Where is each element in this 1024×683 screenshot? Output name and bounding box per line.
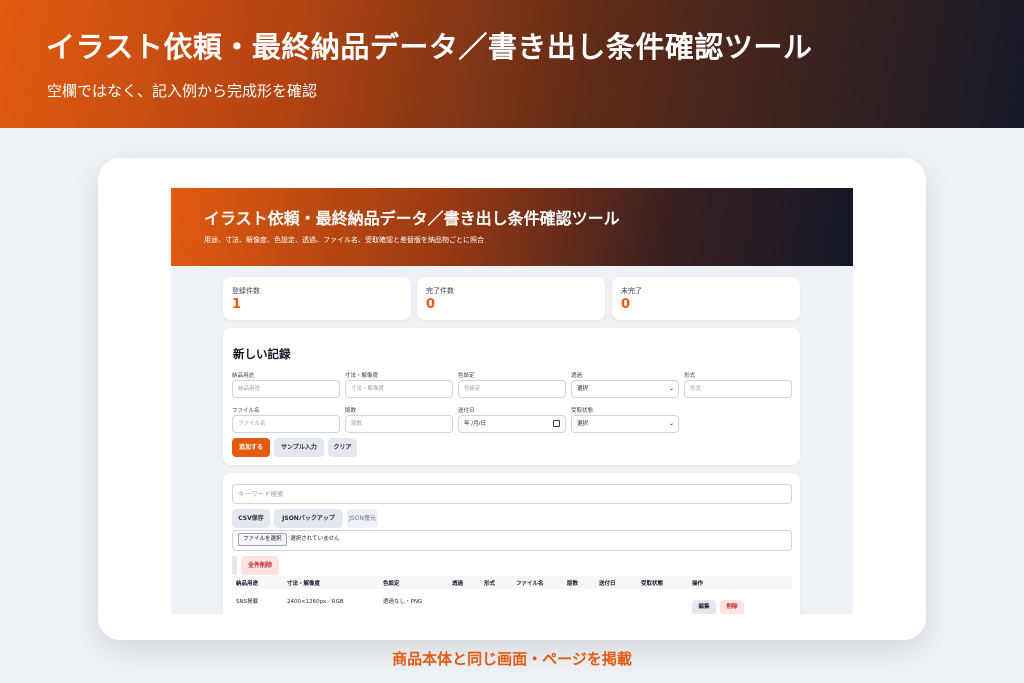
calendar-icon[interactable] [553,420,560,427]
column-header: 寸法・解像度 [287,581,321,587]
file-picker[interactable]: ファイルを選択 選択されていません [232,530,792,551]
date-value: 年 /月/日 [464,421,486,427]
column-header: 色設定 [383,581,400,587]
select-value: 選択 [577,421,589,427]
stat-value: 1 [232,297,242,312]
column-header: 受取状態 [641,581,664,587]
color-setting-input[interactable]: 色設定 [458,380,566,398]
stat-label: 登録件数 [232,287,260,295]
stat-label: 未完了 [621,287,642,295]
app-subtitle: 用途、寸法、解像度、色設定、透過、ファイル名、受取確認と差替版を納品物ごとに照合 [204,236,484,244]
chevron-down-icon: ⌄ [668,420,674,427]
field-label: 透過 [571,373,583,379]
edit-button[interactable]: 編集 [692,600,716,614]
table-cell: SNS掲載 [236,599,259,605]
version-input[interactable]: 版数 [345,415,453,433]
transparency-select[interactable]: 選択 ⌄ [571,380,679,398]
stat-label: 完了件数 [426,287,454,295]
hero-banner: イラスト依頼・最終納品データ／書き出し条件確認ツール 空欄ではなく、記入例から完… [0,0,1024,128]
file-status: 選択されていません [290,536,340,542]
json-restore-button[interactable]: JSON復元 [347,509,378,528]
column-header: 納品用途 [236,581,259,587]
field-label: 版数 [345,408,357,414]
column-header: 操作 [692,581,704,587]
json-backup-button[interactable]: JSONバックアップ [274,509,343,528]
delete-button[interactable]: 削除 [720,600,744,614]
app-header: イラスト依頼・最終納品データ／書き出し条件確認ツール 用途、寸法、解像度、色設定… [171,188,853,266]
clear-button[interactable]: クリア [328,438,357,457]
table-cell: 2400×1260px／RGB [287,599,344,605]
stat-value: 0 [426,297,436,312]
field-label: 納品用途 [232,373,255,379]
format-input[interactable]: 形式 [684,380,792,398]
stat-card-incomplete: 未完了 0 [612,277,800,320]
csv-save-button[interactable]: CSV保存 [232,509,270,528]
app-screenshot: イラスト依頼・最終納品データ／書き出し条件確認ツール 用途、寸法、解像度、色設定… [171,188,853,614]
column-header: 版数 [567,581,579,587]
app-title: イラスト依頼・最終納品データ／書き出し条件確認ツール [204,209,620,228]
stat-card-registered: 登録件数 1 [223,277,411,320]
sample-input-button[interactable]: サンプル入力 [274,438,324,457]
filename-input[interactable]: ファイル名 [232,415,340,433]
panel-title: 新しい記録 [233,347,291,361]
hero-subtitle: 空欄ではなく、記入例から完成形を確認 [47,82,318,100]
caption: 商品本体と同じ画面・ページを掲載 [392,650,632,668]
file-select-button[interactable]: ファイルを選択 [238,533,287,546]
receipt-status-select[interactable]: 選択 ⌄ [571,415,679,433]
small-button[interactable] [232,556,237,575]
column-header: 透過 [452,581,464,587]
records-panel: キーワード検索 CSV保存 JSONバックアップ JSON復元 ファイルを選択 … [223,473,800,614]
size-resolution-input[interactable]: 寸法・解像度 [345,380,453,398]
column-header: 形式 [484,581,496,587]
chevron-down-icon: ⌄ [668,385,674,392]
search-input[interactable]: キーワード検索 [232,484,792,504]
field-label: 形式 [684,373,696,379]
stat-value: 0 [621,297,631,312]
select-value: 選択 [577,386,589,392]
new-record-panel: 新しい記録 納品用途 納品用途 寸法・解像度 寸法・解像度 色設定 色設定 透過… [223,328,800,465]
delete-all-button[interactable]: 全件削除 [241,556,279,575]
field-label: 受取状態 [571,408,594,414]
hero-title: イラスト依頼・最終納品データ／書き出し条件確認ツール [46,30,813,64]
field-label: ファイル名 [232,408,260,414]
field-label: 寸法・解像度 [345,373,379,379]
send-date-input[interactable]: 年 /月/日 [458,415,566,433]
stat-card-completed: 完了件数 0 [417,277,605,320]
table-cell: 透過なし・PNG [383,599,423,605]
usage-input[interactable]: 納品用途 [232,380,340,398]
field-label: 送付日 [458,408,475,414]
add-button[interactable]: 追加する [232,438,270,457]
field-label: 色設定 [458,373,475,379]
column-header: ファイル名 [516,581,544,587]
column-header: 送付日 [599,581,616,587]
